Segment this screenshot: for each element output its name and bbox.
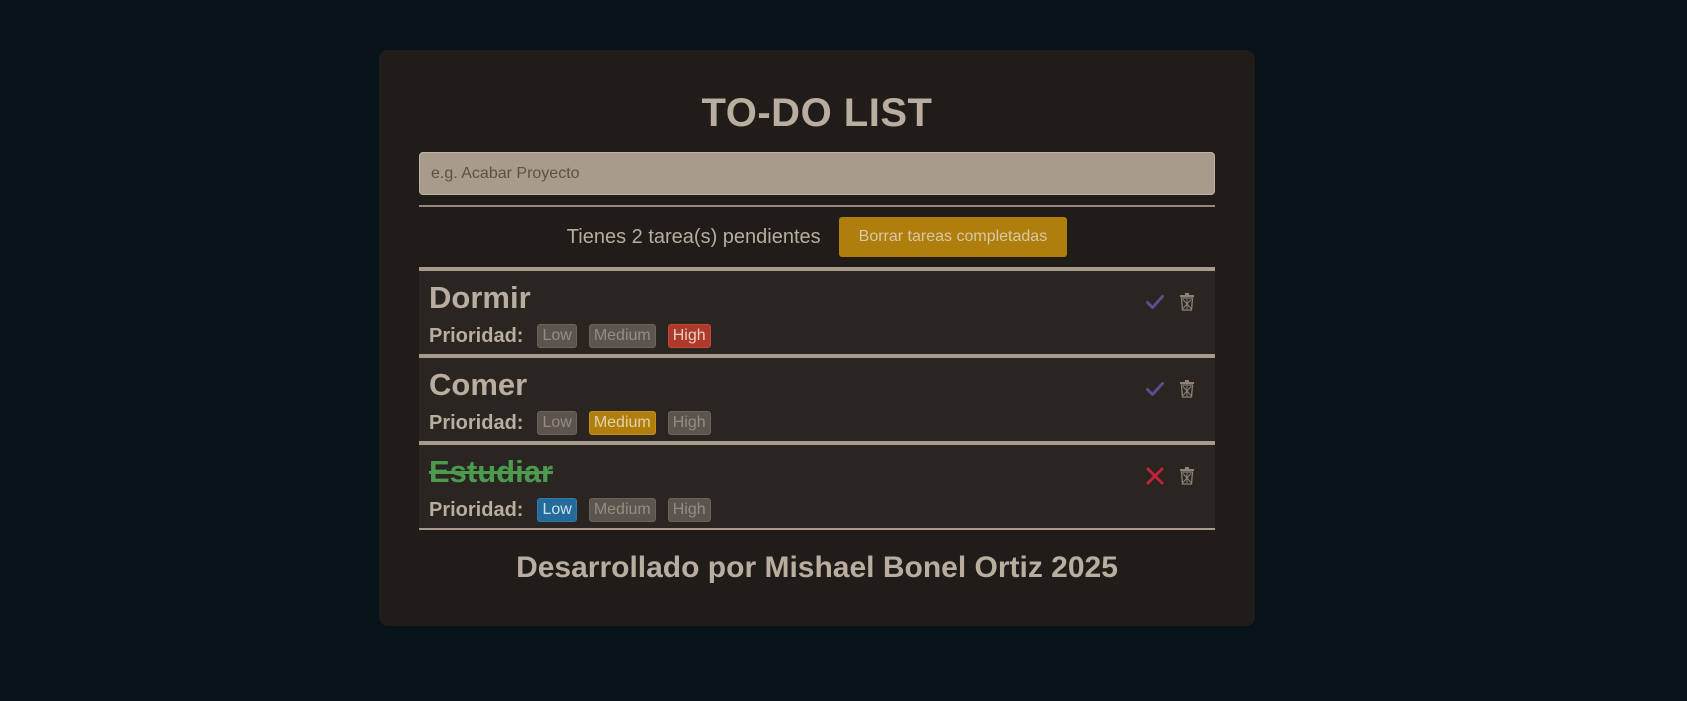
priority-row: Prioridad: Low Medium High <box>429 411 1205 435</box>
priority-row: Prioridad: Low Medium High <box>429 498 1205 522</box>
task-name: Comer <box>429 367 528 402</box>
task-actions <box>1144 465 1198 487</box>
task-name: Dormir <box>429 280 531 315</box>
priority-row: Prioridad: Low Medium High <box>429 324 1205 348</box>
clear-completed-button[interactable]: Borrar tareas completadas <box>838 217 1068 257</box>
check-icon[interactable] <box>1144 291 1166 313</box>
task-item: Dormir Prioridad: Low Medium High <box>419 267 1215 354</box>
priority-label: Prioridad: <box>429 498 524 521</box>
task-actions <box>1144 378 1198 400</box>
trash-icon[interactable] <box>1176 378 1198 400</box>
task-list: Dormir Prioridad: Low Medium High Comer Priori… <box>419 267 1215 530</box>
priority-badge-low[interactable]: Low <box>537 324 577 348</box>
trash-icon[interactable] <box>1176 465 1198 487</box>
priority-badge-high[interactable]: High <box>667 498 711 522</box>
page-title: TO-DO LIST <box>701 91 933 135</box>
priority-label: Prioridad: <box>429 324 524 347</box>
task-item: Estudiar Prioridad: Low Medium High <box>419 441 1215 530</box>
priority-badge-high[interactable]: High <box>667 411 711 435</box>
check-icon[interactable] <box>1144 378 1166 400</box>
divider <box>419 205 1215 207</box>
pending-count-text: Tienes 2 tarea(s) pendientes <box>566 225 821 248</box>
priority-badge-low[interactable]: Low <box>537 498 577 522</box>
priority-badge-medium[interactable]: Medium <box>588 498 656 522</box>
close-icon[interactable] <box>1144 465 1166 487</box>
priority-badge-medium[interactable]: Medium <box>588 324 656 348</box>
task-item: Comer Prioridad: Low Medium High <box>419 354 1215 441</box>
priority-badge-medium[interactable]: Medium <box>588 411 656 435</box>
todo-card: TO-DO LIST Tienes 2 tarea(s) pendientes … <box>379 50 1255 626</box>
status-row: Tienes 2 tarea(s) pendientes Borrar tare… <box>419 207 1215 267</box>
trash-icon[interactable] <box>1176 291 1198 313</box>
priority-label: Prioridad: <box>429 411 524 434</box>
task-name: Estudiar <box>429 454 554 489</box>
priority-badge-low[interactable]: Low <box>537 411 577 435</box>
priority-badge-high[interactable]: High <box>667 324 711 348</box>
task-input[interactable] <box>419 152 1215 195</box>
task-actions <box>1144 291 1198 313</box>
footer-credit: Desarrollado por Mishael Bonel Ortiz 202… <box>516 551 1118 584</box>
